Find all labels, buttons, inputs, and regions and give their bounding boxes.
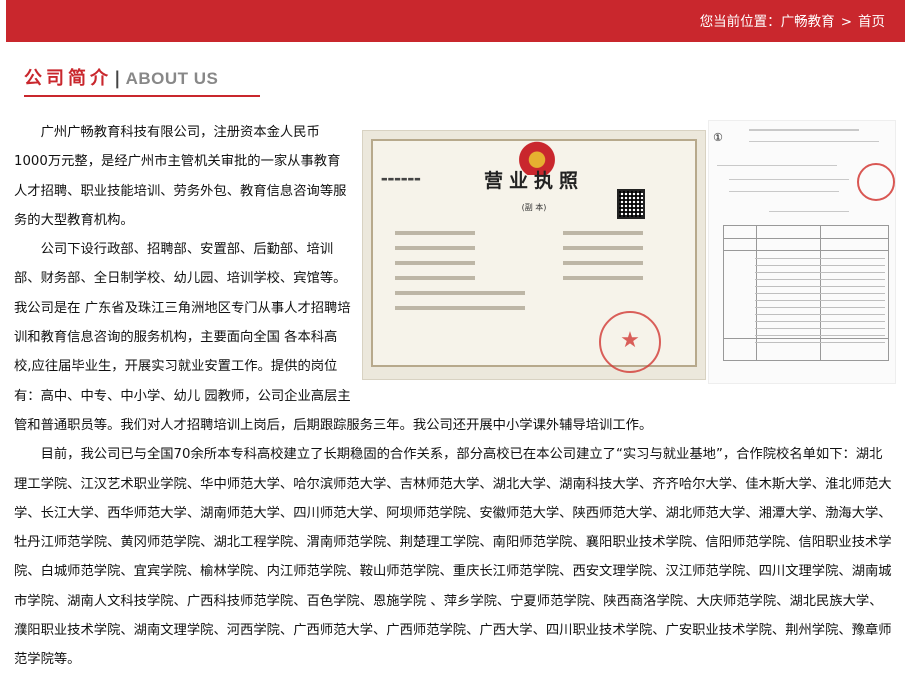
license-title: 营业执照 [483,170,584,192]
license-row [387,294,687,310]
notice-line [769,211,849,212]
registration-notice-image: ① [708,120,896,384]
license-fields [387,219,687,310]
notice-title-line [749,129,859,131]
license-row [387,249,687,265]
license-row [387,234,687,250]
breadcrumb-home-link[interactable]: 广畅教育 [781,14,835,30]
license-subtitle: (副 本) [521,203,547,212]
notice-number: ① [713,131,723,144]
notice-seal-icon [857,163,895,201]
certificate-images: ▬▬▬▬▬▬ 营业执照 (副 本) ★ ① [362,120,896,384]
license-row [387,264,687,280]
about-content: ▬▬▬▬▬▬ 营业执照 (副 本) ★ ① 广州广畅教育科技有限公司，注册资本金… [14,118,896,675]
breadcrumb-prefix: 您当前位置： [699,14,781,30]
section-title-divider: | [114,68,121,89]
qr-code-icon [617,189,645,219]
section-title-en: ABOUT US [125,69,219,88]
notice-line [717,165,837,166]
breadcrumb: 您当前位置：广畅教育 > 首页 [700,0,885,42]
notice-line [729,191,839,192]
notice-line [729,179,849,180]
notice-line [749,141,879,142]
business-license-image: ▬▬▬▬▬▬ 营业执照 (副 本) ★ [362,130,706,380]
notice-table-text [755,253,885,349]
section-title-underline [24,95,260,97]
official-seal-icon: ★ [599,311,661,373]
license-row [387,279,687,295]
section-title: 公司简介 | ABOUT US [24,64,218,92]
breadcrumb-separator: > [840,14,852,30]
partners-paragraph: 目前，我公司已与全国70余所本专科高校建立了长期稳固的合作关系，部分高校已在本公… [14,447,892,668]
license-frame: ▬▬▬▬▬▬ 营业执照 (副 本) ★ [371,139,697,373]
breadcrumb-current-link[interactable]: 首页 [858,14,885,30]
top-bar: 您当前位置：广畅教育 > 首页 [6,0,905,42]
license-row [387,219,687,235]
section-title-cn: 公司简介 [24,68,112,89]
